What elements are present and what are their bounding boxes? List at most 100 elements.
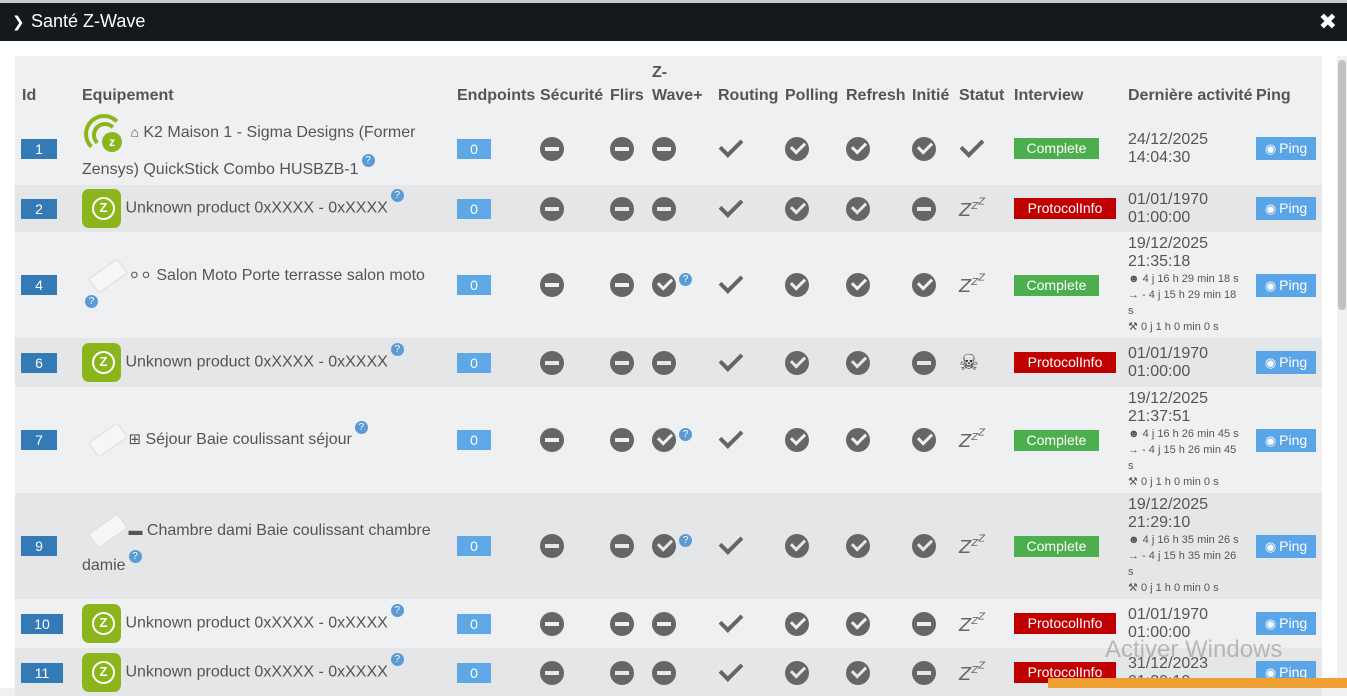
check-icon [718,197,742,221]
activity-time: 21:35:18 [1128,253,1191,270]
endpoints-badge: 0 [457,536,491,556]
check-circle-icon [846,350,870,375]
ping-button[interactable]: ◉ Ping [1256,534,1316,558]
endpoints-badge: 0 [457,662,491,683]
col-statut[interactable]: Statut [959,56,1014,112]
col-activite[interactable]: Dernière activité [1128,56,1256,112]
minus-circle-icon [610,136,634,161]
scrollbar-thumb[interactable] [1338,60,1346,310]
ping-label: Ping [1279,140,1308,156]
check-circle-icon [912,428,936,452]
sleep-icon: ZZZ [959,272,986,298]
help-icon[interactable]: ? [679,428,692,441]
help-icon[interactable]: ? [390,189,404,202]
wakeup-interval: 0 j 1 h 0 min 0 s [1140,321,1219,333]
minus-circle-icon [540,611,564,636]
col-zwave-line2: Wave+ [652,87,703,104]
minus-circle-icon [912,660,936,685]
equipment-name[interactable]: Unknown product 0xXXXX - 0xXXXX [125,354,387,371]
wrench-icon: ⚒ [1128,321,1138,333]
ping-button[interactable]: ◉ Ping [1256,351,1316,374]
node-id-badge: 11 [21,662,63,683]
help-icon[interactable]: ? [679,534,692,547]
equipment-name[interactable]: Salon Moto Porte terrasse salon moto [156,267,425,284]
col-securite[interactable]: Sécurité [540,56,610,112]
interview-status-badge: ProtocolInfo [1014,352,1116,373]
minus-circle-icon [540,273,564,297]
health-table-container: Id Equipement Endpoints Sécurité Flirs Z… [15,56,1322,696]
door-sensor-icon [82,512,124,550]
minus-circle-icon [540,196,564,221]
endpoints-badge: 0 [457,198,491,219]
activity-time: 01:00:00 [1128,362,1191,380]
activity-time: 21:37:51 [1128,408,1191,425]
minus-circle-icon [540,136,564,161]
windows-activation-watermark: Activer Windows [1105,636,1283,663]
help-icon[interactable]: ? [679,273,692,286]
col-ping[interactable]: Ping [1256,56,1322,112]
help-icon[interactable]: ? [390,343,404,356]
eye-icon: ◉ [1264,538,1277,554]
sleep-icon: ZZZ [959,611,986,636]
dialog-title: Santé Z-Wave [31,11,146,31]
close-icon[interactable]: ✖ [1319,9,1337,35]
minus-circle-icon [540,660,564,685]
wakeup-interval: 0 j 1 h 0 min 0 s [1140,476,1219,488]
equipment-name[interactable]: Séjour Baie coulissant séjour [145,431,351,448]
eye-icon: ◉ [1264,616,1277,631]
sleep-face-icon: ☻ [1128,273,1140,285]
help-icon[interactable]: ? [128,549,142,563]
arrow-right-icon: → [1128,289,1139,301]
ping-button[interactable]: ◉ Ping [1256,273,1316,297]
col-initie[interactable]: Initié [912,56,959,112]
ping-button[interactable]: ◉ Ping [1256,612,1316,635]
node-id-badge: 6 [21,352,57,373]
eye-icon: ◉ [1264,141,1277,156]
col-interview[interactable]: Interview [1014,56,1128,112]
help-icon[interactable]: ? [85,295,98,308]
col-routing[interactable]: Routing [718,56,785,112]
ping-button[interactable]: ◉ Ping [1256,197,1316,220]
equipment-name[interactable]: Unknown product 0xXXXX - 0xXXXX [125,664,387,681]
col-polling[interactable]: Polling [785,56,846,112]
sleep-face-icon: ☻ [1128,428,1140,440]
equipment-name[interactable]: Unknown product 0xXXXX - 0xXXXX [125,615,387,632]
col-flirs[interactable]: Flirs [610,56,652,112]
bed-icon: ▬ [128,521,143,538]
check-circle-icon [846,428,870,452]
check-circle-icon [785,611,809,636]
equipment-name[interactable]: Unknown product 0xXXXX - 0xXXXX [125,200,387,217]
interview-status-badge: Complete [1014,138,1099,159]
vertical-scrollbar[interactable] [1337,56,1347,688]
minus-circle-icon [610,196,634,221]
ping-label: Ping [1279,354,1308,370]
dialog-titlebar: ❯ Santé Z-Wave ✖ [0,0,1347,41]
next-wakeup-unit: s [1128,460,1134,472]
ping-label: Ping [1279,537,1308,554]
check-circle-icon [785,534,809,558]
col-zwave[interactable]: Z- Wave+ [652,56,718,112]
node-id-badge: 9 [21,536,57,556]
ping-button[interactable]: ◉ Ping [1256,428,1316,452]
help-icon[interactable]: ? [390,653,404,666]
col-endpoints[interactable]: Endpoints [457,56,540,112]
sleep-icon: ZZZ [959,533,986,559]
col-refresh[interactable]: Refresh [846,56,912,112]
check-circle-icon [912,136,936,161]
col-id[interactable]: Id [15,56,82,112]
help-icon[interactable]: ? [354,421,368,434]
activity-date: 01/01/1970 [1128,190,1209,208]
help-icon[interactable]: ? [361,154,375,167]
col-zwave-line1: Z- [652,64,668,81]
endpoints-badge: 0 [457,613,491,634]
activity-date: 01/01/1970 [1128,605,1209,623]
check-icon [718,351,742,375]
activity-date: 19/12/2025 [1128,390,1209,407]
skull-icon: ☠ [959,349,979,375]
last-wakeup: 4 j 16 h 29 min 18 s [1142,273,1239,285]
help-icon[interactable]: ? [390,604,404,617]
ping-button[interactable]: ◉ Ping [1256,137,1316,160]
minus-circle-icon [652,350,676,375]
col-equipement[interactable]: Equipement [82,56,457,112]
interview-status-badge: Complete [1014,429,1099,451]
